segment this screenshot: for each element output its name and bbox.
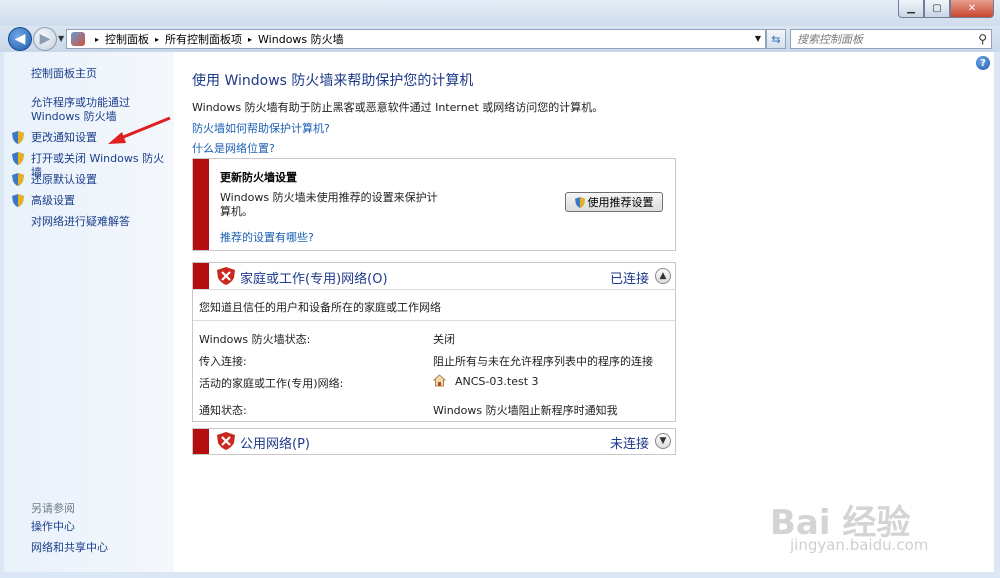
home-network-icon bbox=[433, 374, 446, 387]
search-input[interactable]: 搜索控制面板 ⚲ bbox=[790, 29, 992, 49]
home-network-panel: 家庭或工作(专用)网络(O) 已连接 ▲ 您知道且信任的用户和设备所在的家庭或工… bbox=[192, 262, 676, 422]
incoming-connections-label: 传入连接: bbox=[199, 355, 247, 368]
minimize-button[interactable]: ▁ bbox=[898, 0, 924, 18]
shield-error-icon bbox=[217, 267, 235, 285]
sidebar-network-center-link[interactable]: 网络和共享中心 bbox=[31, 541, 108, 555]
firewall-help-link[interactable]: 防火墙如何帮助保护计算机? bbox=[192, 120, 330, 136]
back-button[interactable]: ◀ bbox=[8, 27, 32, 51]
refresh-button[interactable]: ⇆ bbox=[766, 29, 786, 49]
public-network-name: 公用网络(P) bbox=[240, 437, 310, 452]
update-description: Windows 防火墙未使用推荐的设置来保护计算机。 bbox=[220, 191, 438, 218]
home-network-status: 已连接 bbox=[609, 272, 649, 287]
navigation-bar: ◀ ▶ ▼ ▸ 控制面板 ▸ 所有控制面板项 ▸ Windows 防火墙 ▼ ⇆… bbox=[0, 26, 1000, 52]
home-network-name: 家庭或工作(专用)网络(O) bbox=[240, 272, 388, 287]
firewall-state-label: Windows 防火墙状态: bbox=[199, 333, 311, 346]
chevron-down-icon[interactable]: ▼ bbox=[655, 433, 671, 449]
update-settings-panel: 更新防火墙设置 Windows 防火墙未使用推荐的设置来保护计算机。 使用推荐设… bbox=[192, 158, 676, 251]
chevron-up-icon[interactable]: ▲ bbox=[655, 268, 671, 284]
notification-state-value: Windows 防火墙阻止新程序时通知我 bbox=[433, 404, 618, 417]
title-bar: ▁ ▢ ✕ bbox=[0, 0, 1000, 26]
breadcrumb-control-panel[interactable]: 控制面板 bbox=[105, 31, 149, 47]
home-network-description: 您知道且信任的用户和设备所在的家庭或工作网络 bbox=[199, 301, 441, 314]
breadcrumb-separator[interactable]: ▸ bbox=[248, 35, 252, 44]
alert-bar bbox=[193, 429, 209, 454]
update-title: 更新防火墙设置 bbox=[220, 171, 297, 184]
uac-shield-icon bbox=[574, 196, 585, 208]
button-label: 使用推荐设置 bbox=[587, 196, 654, 209]
forward-button[interactable]: ▶ bbox=[33, 27, 57, 51]
shield-error-icon bbox=[217, 432, 235, 450]
divider bbox=[193, 320, 675, 321]
address-bar[interactable]: ▸ 控制面板 ▸ 所有控制面板项 ▸ Windows 防火墙 ▼ bbox=[66, 29, 766, 49]
divider bbox=[193, 289, 675, 290]
breadcrumb: ▸ 控制面板 ▸ 所有控制面板项 ▸ Windows 防火墙 bbox=[89, 31, 344, 47]
annotation-arrow-icon bbox=[108, 116, 171, 144]
page-title: 使用 Windows 防火墙来帮助保护您的计算机 bbox=[192, 73, 474, 89]
firewall-state-value: 关闭 bbox=[433, 333, 455, 346]
notification-state-label: 通知状态: bbox=[199, 404, 247, 417]
sidebar-troubleshoot-link[interactable]: 对网络进行疑难解答 bbox=[31, 215, 130, 229]
sidebar-item-advanced[interactable]: 高级设置 bbox=[31, 194, 75, 208]
control-panel-icon bbox=[71, 32, 85, 46]
arrow-right-icon: ▶ bbox=[39, 31, 51, 47]
shield-icon bbox=[12, 194, 24, 207]
address-dropdown-icon[interactable]: ▼ bbox=[755, 34, 761, 43]
help-icon[interactable]: ? bbox=[976, 56, 990, 70]
use-recommended-settings-button[interactable]: 使用推荐设置 bbox=[565, 192, 663, 212]
sidebar-home-link[interactable]: 控制面板主页 bbox=[31, 67, 97, 81]
sidebar-item-restore-defaults[interactable]: 还原默认设置 bbox=[31, 173, 97, 187]
public-network-status: 未连接 bbox=[609, 437, 649, 452]
public-network-panel: 公用网络(P) 未连接 ▼ bbox=[192, 428, 676, 455]
sidebar-action-center-link[interactable]: 操作中心 bbox=[31, 520, 75, 534]
active-network-value: ANCS-03.test 3 bbox=[455, 375, 539, 388]
search-icon[interactable]: ⚲ bbox=[978, 32, 987, 46]
recent-pages-dropdown-icon[interactable]: ▼ bbox=[58, 34, 64, 43]
close-button[interactable]: ✕ bbox=[950, 0, 994, 18]
home-network-header[interactable]: 家庭或工作(专用)网络(O) 已连接 ▲ bbox=[193, 263, 675, 289]
alert-bar bbox=[193, 263, 209, 289]
search-placeholder: 搜索控制面板 bbox=[797, 33, 863, 46]
window-controls: ▁ ▢ ✕ bbox=[898, 0, 994, 18]
refresh-icon: ⇆ bbox=[771, 32, 781, 46]
active-network-label: 活动的家庭或工作(专用)网络: bbox=[199, 377, 344, 390]
public-network-header[interactable]: 公用网络(P) 未连接 ▼ bbox=[193, 429, 675, 455]
alert-bar bbox=[193, 159, 209, 250]
watermark-url: jingyan.baidu.com bbox=[790, 536, 929, 554]
breadcrumb-separator[interactable]: ▸ bbox=[95, 35, 99, 44]
breadcrumb-all-items[interactable]: 所有控制面板项 bbox=[165, 31, 242, 47]
recommended-settings-link[interactable]: 推荐的设置有哪些? bbox=[220, 229, 314, 245]
see-also-heading: 另请参阅 bbox=[31, 502, 75, 515]
shield-icon bbox=[12, 131, 24, 144]
shield-icon bbox=[12, 152, 24, 165]
network-location-link[interactable]: 什么是网络位置? bbox=[192, 140, 275, 156]
incoming-connections-value: 阻止所有与未在允许程序列表中的程序的连接 bbox=[433, 355, 653, 368]
breadcrumb-separator[interactable]: ▸ bbox=[155, 35, 159, 44]
breadcrumb-firewall[interactable]: Windows 防火墙 bbox=[258, 31, 344, 47]
intro-text: Windows 防火墙有助于防止黑客或恶意软件通过 Internet 或网络访问… bbox=[192, 101, 604, 114]
sidebar-item-notifications[interactable]: 更改通知设置 bbox=[31, 131, 97, 145]
sidebar: 控制面板主页 允许程序或功能通过 Windows 防火墙 更改通知设置 打开或关… bbox=[4, 52, 174, 572]
maximize-button[interactable]: ▢ bbox=[924, 0, 950, 18]
shield-icon bbox=[12, 173, 24, 186]
arrow-left-icon: ◀ bbox=[14, 31, 26, 47]
